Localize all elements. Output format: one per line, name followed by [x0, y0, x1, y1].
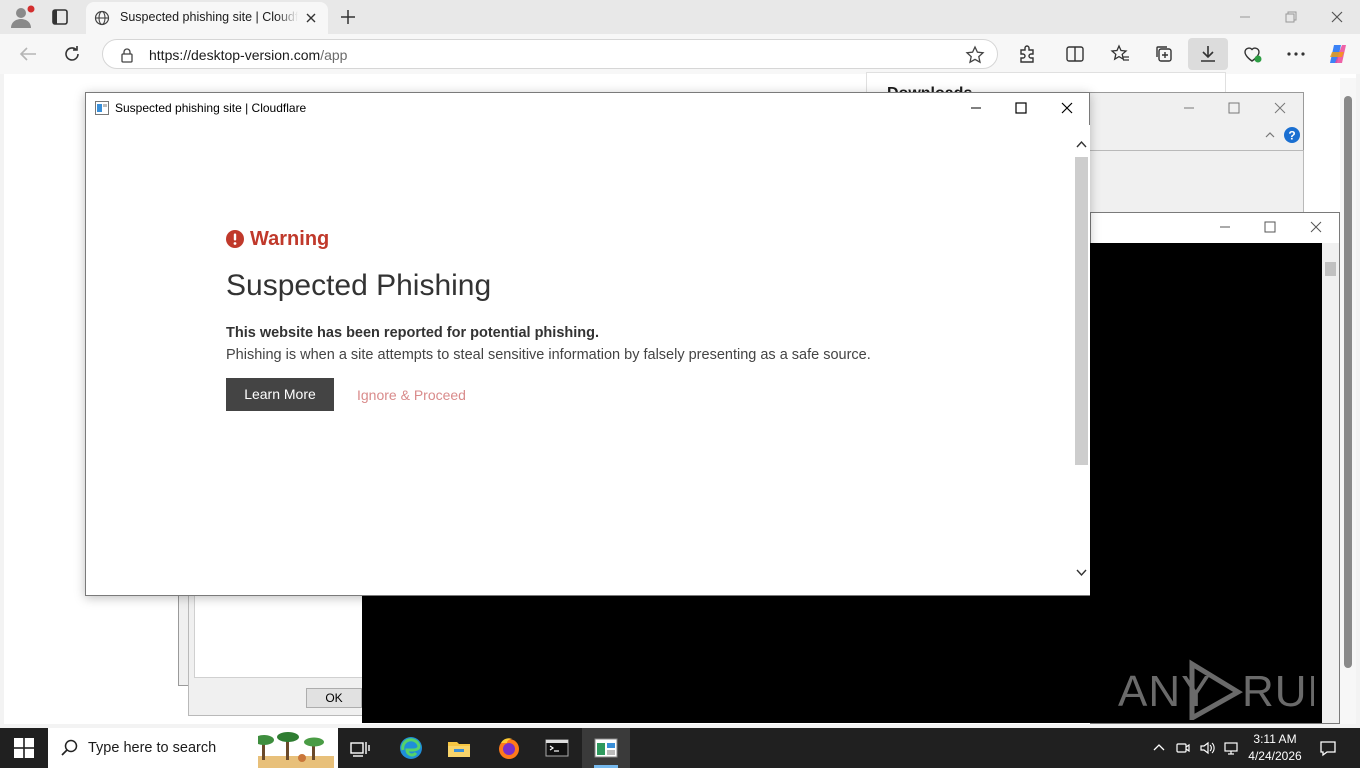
- background-dialog-list: [194, 594, 364, 678]
- back-arrow-icon[interactable]: [16, 42, 40, 66]
- download-icon[interactable]: [1196, 42, 1220, 66]
- clock-date: 4/24/2026: [1248, 749, 1302, 763]
- url-host: https://desktop-version.com: [149, 47, 321, 63]
- exclamation-circle-icon: [226, 230, 244, 248]
- browser-close-icon[interactable]: [1328, 8, 1346, 26]
- phishing-warning-window: Suspected phishing site | Cloudflare War…: [85, 92, 1090, 596]
- console-close-icon[interactable]: [1309, 220, 1323, 234]
- tab-active[interactable]: Suspected phishing site | Cloudflare: [86, 2, 328, 34]
- svg-text:RUN: RUN: [1242, 667, 1314, 716]
- edge-browser-icon[interactable]: [397, 734, 425, 762]
- dialog-close-icon[interactable]: [1273, 101, 1287, 115]
- tab-title: Suspected phishing site | Cloudflare: [120, 10, 298, 24]
- console-minimize-icon[interactable]: [1218, 220, 1232, 234]
- extensions-icon[interactable]: [1015, 42, 1039, 66]
- search-placeholder: Type here to search: [88, 740, 217, 756]
- show-hidden-icons-chevron-icon[interactable]: [1151, 740, 1167, 756]
- svg-text:?: ?: [1288, 129, 1295, 143]
- window-scroll-thumb[interactable]: [1075, 157, 1088, 465]
- window-close-icon[interactable]: [1059, 100, 1075, 116]
- tab-close-icon[interactable]: [304, 11, 318, 25]
- system-clock[interactable]: 3:11 AM 4/24/2026: [1244, 731, 1306, 765]
- window-app-icon: [95, 101, 109, 115]
- learn-more-button[interactable]: Learn More: [226, 378, 334, 411]
- window-maximize-icon[interactable]: [1013, 100, 1029, 116]
- page-headline: Suspected Phishing: [226, 269, 492, 302]
- browser-tab-bar: Suspected phishing site | Cloudflare: [0, 0, 1360, 34]
- lock-icon[interactable]: [119, 47, 135, 63]
- browser-essentials-icon[interactable]: [1240, 42, 1264, 66]
- meet-now-icon[interactable]: [1175, 740, 1191, 756]
- windows-start-icon[interactable]: [14, 738, 34, 758]
- globe-icon: [94, 10, 110, 26]
- more-options-icon[interactable]: [1284, 42, 1308, 66]
- favorites-icon[interactable]: [1108, 42, 1132, 66]
- window-minimize-icon[interactable]: [968, 100, 984, 116]
- favorite-star-icon[interactable]: [965, 45, 985, 65]
- search-icon: [60, 738, 80, 758]
- warning-label: Warning: [250, 228, 330, 250]
- dialog-minimize-icon[interactable]: [1182, 101, 1196, 115]
- chevron-up-icon[interactable]: [1264, 129, 1276, 141]
- url-path: /app: [320, 47, 348, 63]
- profile-avatar-icon[interactable]: [8, 4, 36, 30]
- help-icon[interactable]: ?: [1284, 127, 1300, 143]
- task-view-icon[interactable]: [346, 734, 374, 762]
- scroll-down-arrow-icon[interactable]: [1075, 566, 1088, 579]
- tab-actions-icon[interactable]: [48, 6, 72, 28]
- volume-icon[interactable]: [1199, 740, 1215, 756]
- refresh-icon[interactable]: [60, 42, 84, 66]
- app-window-icon[interactable]: [592, 734, 620, 762]
- network-icon[interactable]: [1223, 740, 1239, 756]
- windows-taskbar: Type here to search 3:11 AM 4/24/2026: [0, 728, 1360, 768]
- page-scroll-thumb[interactable]: [1344, 96, 1352, 668]
- taskbar-search-box[interactable]: Type here to search: [48, 728, 338, 768]
- copilot-icon[interactable]: [1326, 42, 1350, 66]
- search-highlight-art-icon: [258, 728, 334, 768]
- notification-center-icon[interactable]: [1318, 738, 1338, 758]
- browser-toolbar: https://desktop-version.com/app: [0, 34, 1360, 74]
- new-tab-icon[interactable]: [338, 7, 358, 27]
- scroll-up-arrow-icon[interactable]: [1075, 138, 1088, 151]
- command-prompt-icon[interactable]: [543, 734, 571, 762]
- phishing-description: Phishing is when a site attempts to stea…: [226, 347, 871, 363]
- browser-minimize-icon[interactable]: [1236, 8, 1254, 26]
- console-scrollbar[interactable]: [1322, 243, 1339, 723]
- ignore-and-proceed-link[interactable]: Ignore & Proceed: [357, 387, 466, 403]
- address-bar[interactable]: https://desktop-version.com/app: [102, 39, 998, 69]
- ok-button[interactable]: OK: [306, 688, 362, 708]
- split-screen-icon[interactable]: [1063, 42, 1087, 66]
- console-maximize-icon[interactable]: [1263, 220, 1277, 234]
- file-explorer-icon[interactable]: [445, 734, 473, 762]
- dialog-maximize-icon[interactable]: [1227, 101, 1241, 115]
- clock-time: 3:11 AM: [1253, 732, 1297, 746]
- console-scroll-thumb[interactable]: [1325, 262, 1336, 276]
- window-title: Suspected phishing site | Cloudflare: [115, 101, 307, 115]
- browser-restore-icon[interactable]: [1282, 8, 1300, 26]
- reported-message: This website has been reported for poten…: [226, 325, 600, 341]
- svg-text:ANY: ANY: [1118, 667, 1211, 716]
- address-url[interactable]: https://desktop-version.com/app: [149, 47, 347, 63]
- anyrun-watermark: ANY RUN: [1118, 656, 1314, 720]
- firefox-icon[interactable]: [495, 734, 523, 762]
- collections-icon[interactable]: [1152, 42, 1176, 66]
